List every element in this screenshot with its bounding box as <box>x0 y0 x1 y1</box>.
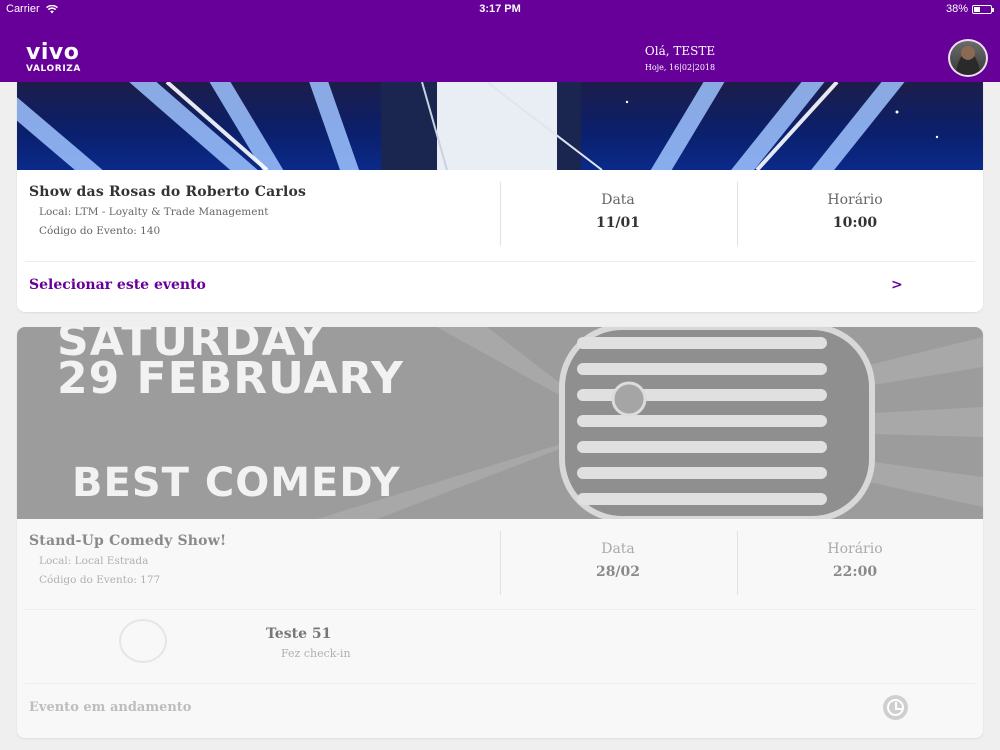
time-label: Horário <box>827 192 883 208</box>
time-label: Horário <box>827 541 883 557</box>
divider <box>25 609 975 610</box>
event-card: SATURDAY 29 FEBRUARY BEST COMEDY Stand-U… <box>17 327 983 738</box>
vivo-valoriza-logo[interactable]: vivo VALORIZA <box>26 42 81 74</box>
participant-avatar-placeholder <box>119 619 167 663</box>
chevron-right-icon[interactable]: > <box>891 277 903 293</box>
greeting-text: Olá, TESTE <box>644 44 716 58</box>
event-banner-image: SATURDAY 29 FEBRUARY BEST COMEDY <box>17 327 983 519</box>
clock-icon <box>883 695 908 720</box>
app-header: vivo VALORIZA Olá, TESTE Hoje, 16|02|201… <box>0 20 1000 82</box>
poster-text-date: 29 FEBRUARY <box>57 353 404 404</box>
date-label: Data <box>601 192 635 208</box>
event-code: Código do Evento: 140 <box>39 225 161 237</box>
event-time: 22:00 <box>832 564 878 580</box>
logo-wordmark: vivo <box>26 40 80 65</box>
poster-text-title: BEST COMEDY <box>72 460 401 506</box>
divider <box>25 683 975 684</box>
select-event-link[interactable]: Selecionar este evento <box>29 277 206 293</box>
user-avatar[interactable] <box>948 39 988 77</box>
event-banner-image <box>17 82 983 170</box>
event-code: Código do Evento: 177 <box>39 574 161 586</box>
divider <box>25 261 975 262</box>
event-card: Show das Rosas do Roberto Carlos Local: … <box>17 82 983 312</box>
clock-time: 3:17 PM <box>479 3 521 15</box>
today-date: Hoje, 16|02|2018 <box>644 63 716 72</box>
logo-subtitle: VALORIZA <box>26 64 81 74</box>
event-location: Local: Local Estrada <box>39 555 149 567</box>
event-date: 28/02 <box>595 564 641 580</box>
concert-image <box>17 82 939 170</box>
date-label: Data <box>601 541 635 557</box>
battery-icon <box>972 4 994 14</box>
event-in-progress-label: Evento em andamento <box>29 700 192 715</box>
participant-name: Teste 51 <box>266 626 332 642</box>
event-location: Local: LTM - Loyalty & Trade Management <box>39 206 269 218</box>
battery-indicator: 38% <box>945 3 994 15</box>
event-title: Show das Rosas do Roberto Carlos <box>29 184 307 200</box>
event-title: Stand-Up Comedy Show! <box>29 533 227 549</box>
status-bar: Carrier 3:17 PM 38% <box>0 0 1000 20</box>
user-greeting: Olá, TESTE Hoje, 16|02|2018 <box>560 44 800 72</box>
checkin-status: Fez check-in <box>281 647 351 660</box>
event-time: 10:00 <box>832 215 878 231</box>
battery-percent: 38% <box>945 3 968 15</box>
event-date: 11/01 <box>595 215 641 231</box>
